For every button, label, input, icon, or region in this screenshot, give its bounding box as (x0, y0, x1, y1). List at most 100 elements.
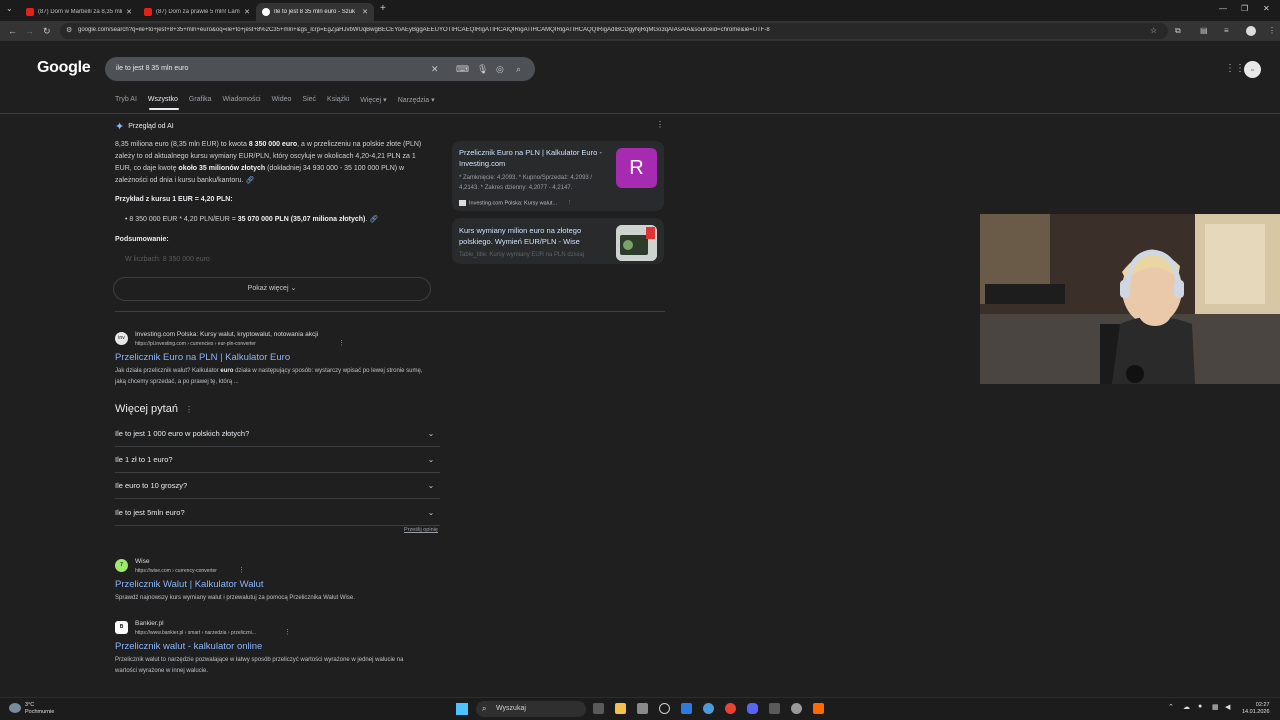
site-info-icon[interactable]: ⚙ (66, 26, 72, 36)
extensions-icon[interactable]: ⧉ (1175, 26, 1181, 36)
profile-avatar[interactable] (1246, 26, 1256, 36)
result-url[interactable]: https://pl.investing.com › currencies › … (135, 341, 256, 347)
filter-books[interactable]: Książki (327, 96, 349, 110)
github-icon[interactable] (659, 703, 670, 714)
tab-marbella-video[interactable]: (87) Dom w Marbelli za 8,35 mln ✕ (20, 3, 138, 21)
weather-widget[interactable]: 3°C Pochmurnie (25, 702, 54, 716)
translate-icon[interactable]: ▤ (1200, 26, 1208, 36)
google-logo[interactable]: Google (37, 59, 91, 77)
clear-search-icon[interactable]: ✕ (431, 63, 439, 75)
kebab-menu-icon[interactable]: ⋮ (567, 200, 573, 206)
taskbar-clock[interactable]: 02:27 14.01.2026 (1242, 702, 1270, 716)
new-tab-icon[interactable]: + (380, 3, 386, 14)
filter-more[interactable]: Więcej ▾ (360, 96, 386, 110)
app-icon[interactable] (813, 703, 824, 714)
source-title[interactable]: Przelicznik Euro na PLN | Kalkulator Eur… (459, 147, 609, 169)
discord-icon[interactable] (747, 703, 758, 714)
filter-news[interactable]: Wiadomości (222, 96, 260, 110)
show-more-button[interactable]: Pokaż więcej ⌄ (113, 277, 431, 301)
windows-start-icon[interactable] (456, 703, 468, 715)
chevron-down-icon[interactable]: ⌄ (424, 427, 438, 441)
ai-overview-menu-icon[interactable]: ⋮ (656, 120, 664, 129)
reload-icon[interactable]: ↻ (43, 26, 51, 36)
file-explorer-icon[interactable] (615, 703, 626, 714)
result-title-link[interactable]: Przelicznik walut - kalkulator online (115, 641, 262, 652)
copilot-icon[interactable] (703, 703, 714, 714)
close-window-icon[interactable]: ✕ (1263, 4, 1270, 13)
close-tab-icon[interactable]: ✕ (244, 8, 250, 16)
paa-question[interactable]: Ile to jest 1 000 euro w polskich złotyc… (115, 421, 440, 447)
filter-tools[interactable]: Narzędzia ▾ (398, 96, 435, 110)
media-icon[interactable]: ≡ (1224, 26, 1229, 36)
tab-title: Ile to jest 8 35 mln euro - Szuk (274, 9, 356, 15)
result-site-name[interactable]: Investing.com Polska: Kursy walut, krypt… (135, 331, 318, 338)
search-icon: ⌕ (482, 704, 487, 713)
account-avatar[interactable]: •• (1244, 61, 1261, 78)
close-tab-icon[interactable]: ✕ (362, 8, 368, 16)
paa-question[interactable]: Ile 1 zł to 1 euro? ⌄ (115, 447, 440, 473)
paa-question[interactable]: Ile euro to 10 groszy? ⌄ (115, 473, 440, 499)
tray-overflow-icon[interactable]: ⌃ (1168, 703, 1174, 711)
bankier-favicon-icon: B (115, 621, 128, 634)
keyboard-icon[interactable]: ⌨ (456, 63, 469, 75)
filter-images[interactable]: Grafika (189, 96, 212, 110)
feedback-link[interactable]: Prześlij opinię (404, 527, 438, 533)
ai-text-bold: około 35 milionów złotych (178, 165, 266, 172)
maximize-icon[interactable]: ❐ (1241, 4, 1248, 13)
filter-ai-mode[interactable]: Tryb AI (115, 96, 137, 110)
menu-dots-icon[interactable]: ⋮ (1268, 26, 1276, 36)
mic-tray-icon[interactable]: ● (1198, 703, 1202, 710)
result-url[interactable]: https://www.bankier.pl › smart › narzedz… (135, 630, 256, 636)
ai-summary-heading: Podsumowanie: (115, 236, 169, 243)
store-icon[interactable] (637, 703, 648, 714)
cloud-icon[interactable]: ☁ (1183, 703, 1190, 711)
source-title[interactable]: Kurs wymiany milion euro na złotego pols… (459, 225, 609, 247)
paa-question[interactable]: Ile to jest 5mln euro? ⌄ (115, 500, 440, 526)
result-site-name[interactable]: Bankier.pl (135, 620, 164, 627)
result-title-link[interactable]: Przelicznik Euro na PLN | Kalkulator Eur… (115, 352, 290, 363)
result-site-name[interactable]: Wise (135, 558, 149, 565)
search-icon[interactable]: ⌕ (516, 63, 521, 75)
mail-icon[interactable] (681, 703, 692, 714)
lens-camera-icon[interactable]: ◎ (496, 63, 504, 75)
url-text: google.com/search?q=ile+to+jest+8+35+mln… (78, 27, 770, 33)
link-chip-icon[interactable]: 🔗︎ (245, 177, 254, 184)
result-menu-icon[interactable]: ⋮ (284, 628, 291, 636)
taskbar-search[interactable]: ⌕ Wyszukaj (476, 701, 586, 717)
result-menu-icon[interactable]: ⋮ (338, 339, 345, 347)
filter-videos[interactable]: Wideo (272, 96, 292, 110)
forward-icon[interactable]: → (25, 26, 34, 36)
tab-google-search[interactable]: Ile to jest 8 35 mln euro - Szuk ✕ (256, 3, 374, 21)
back-icon[interactable]: ← (8, 26, 17, 36)
result-title-link[interactable]: Przelicznik Walut | Kalkulator Walut (115, 579, 264, 590)
search-box[interactable]: ile to jest 8 35 mln euro ✕ ⌨ 🎙︎ ◎ ⌕ (105, 57, 535, 81)
paa-menu-icon[interactable]: ⋮ (185, 405, 193, 414)
ai-overview-header: ✦ Przegląd od AI (115, 120, 174, 133)
chrome-icon[interactable] (725, 703, 736, 714)
close-tab-icon[interactable]: ✕ (126, 8, 132, 16)
tab-dom-video[interactable]: (87) Dom za prawie 5 mln! Lam ✕ (138, 3, 256, 21)
link-chip-icon[interactable]: 🔗︎ (369, 216, 378, 223)
source-thumbnail-wise[interactable] (616, 225, 657, 261)
microphone-icon[interactable]: 🎙︎ (477, 63, 488, 75)
task-view-icon[interactable] (593, 703, 604, 714)
search-query[interactable]: ile to jest 8 35 mln euro (116, 65, 188, 72)
source-thumbnail-r[interactable]: R (616, 148, 657, 188)
network-icon[interactable]: ▦ (1212, 703, 1219, 711)
settings-icon[interactable] (791, 703, 802, 714)
result-url[interactable]: https://wise.com › currency-converter (135, 568, 217, 574)
tab-search-icon[interactable]: ⌄ (6, 4, 13, 13)
address-bar[interactable]: ⚙ google.com/search?q=ile+to+jest+8+35+m… (60, 23, 1168, 39)
minimize-icon[interactable]: — (1219, 4, 1227, 13)
result-menu-icon[interactable]: ⋮ (238, 566, 245, 574)
chevron-down-icon[interactable]: ⌄ (424, 453, 438, 467)
streaming-app-icon[interactable] (769, 703, 780, 714)
chevron-down-icon[interactable]: ⌄ (424, 479, 438, 493)
filter-web[interactable]: Sieć (302, 96, 316, 110)
bookmark-star-icon[interactable]: ☆ (1150, 26, 1157, 36)
webcam-overlay (980, 214, 1280, 384)
volume-icon[interactable]: ◀︎ (1225, 703, 1230, 711)
youtube-icon (144, 8, 152, 16)
weather-cloud-icon (9, 703, 21, 713)
chevron-down-icon[interactable]: ⌄ (424, 506, 438, 520)
